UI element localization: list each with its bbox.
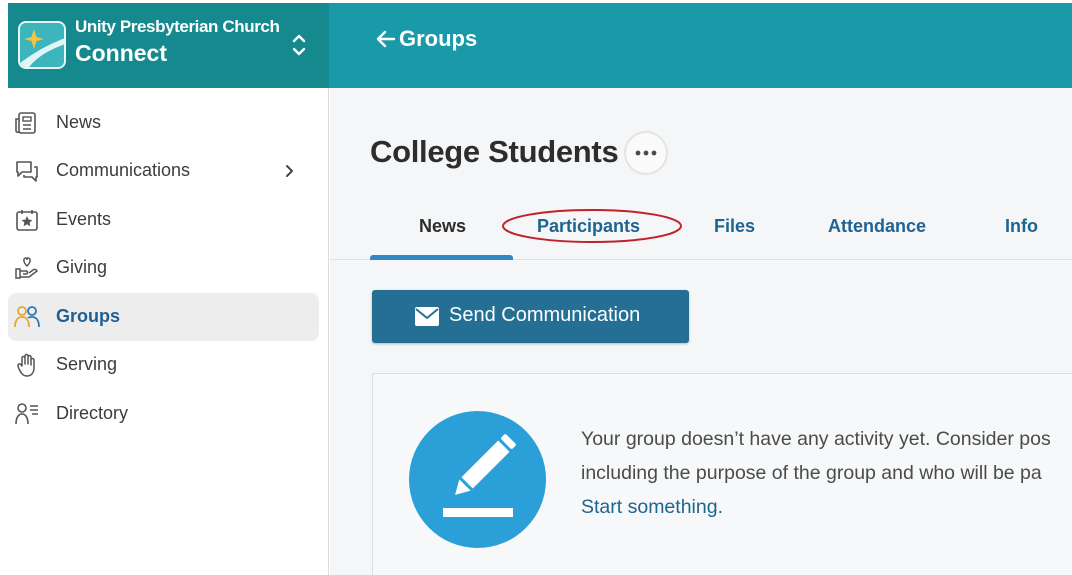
sidebar-nav: News Communications Events Giving Groups… [0,88,329,575]
people-icon [14,306,40,328]
sidebar-item-directory[interactable]: Directory [8,390,319,438]
pencil-icon [409,411,546,548]
news-icon [15,112,36,134]
start-something-link[interactable]: Start something. [581,490,1072,524]
back-to-groups-link[interactable]: Groups [375,26,477,52]
sidebar-item-label: Directory [56,403,129,423]
sidebar-item-label: Giving [56,257,108,277]
send-communication-button[interactable]: Send Communication [372,290,689,343]
back-label: Groups [399,26,478,51]
sidebar-item-label: Groups [56,306,121,326]
empty-state-message: Your group doesn’t have any activity yet… [581,422,1072,524]
sidebar-item-events[interactable]: Events [8,196,319,244]
ellipsis-icon [635,150,657,156]
sidebar-item-label: Events [56,209,112,229]
send-communication-label: Send Communication [449,304,641,326]
annotation-ellipse [502,209,682,243]
app-logo [18,21,66,69]
main-content: College Students News Participants Files… [330,88,1072,575]
empty-state-line-2: including the purpose of the group and w… [581,462,1042,484]
arrow-left-icon [376,30,396,48]
sidebar-item-label: Communications [56,160,191,180]
directory-icon [15,403,38,425]
hand-icon [17,353,35,377]
tab-info[interactable]: Info [1005,216,1038,237]
tab-attendance[interactable]: Attendance [828,216,926,237]
sidebar-item-serving[interactable]: Serving [8,341,319,389]
app-name: Connect [75,40,167,66]
sidebar-item-label: Serving [56,354,118,374]
more-options-button[interactable] [624,131,668,175]
chat-icon [16,161,38,182]
active-tab-indicator [370,255,513,260]
sidebar-item-communications[interactable]: Communications [8,147,319,195]
sidebar-item-label: News [56,112,102,132]
empty-activity-card: Your group doesn’t have any activity yet… [372,373,1072,575]
chevron-right-icon [286,165,293,177]
tab-news[interactable]: News [419,216,466,237]
top-bar: Groups [329,3,1072,88]
sidebar-item-news[interactable]: News [8,99,319,147]
calendar-star-icon [16,210,38,231]
empty-state-line-1: Your group doesn’t have any activity yet… [581,428,1051,450]
sidebar-item-giving[interactable]: Giving [8,244,319,292]
page-title: College Students [370,134,619,169]
switcher-chevrons-icon[interactable] [291,30,307,60]
org-switcher[interactable]: Unity Presbyterian Church Connect [8,3,329,88]
sidebar-item-groups[interactable]: Groups [8,293,319,341]
org-name: Unity Presbyterian Church [75,17,280,36]
tab-files[interactable]: Files [714,216,755,237]
envelope-icon [415,307,439,326]
giving-hand-icon [15,257,38,279]
group-tabs: News Participants Files Attendance Info [330,205,1072,260]
